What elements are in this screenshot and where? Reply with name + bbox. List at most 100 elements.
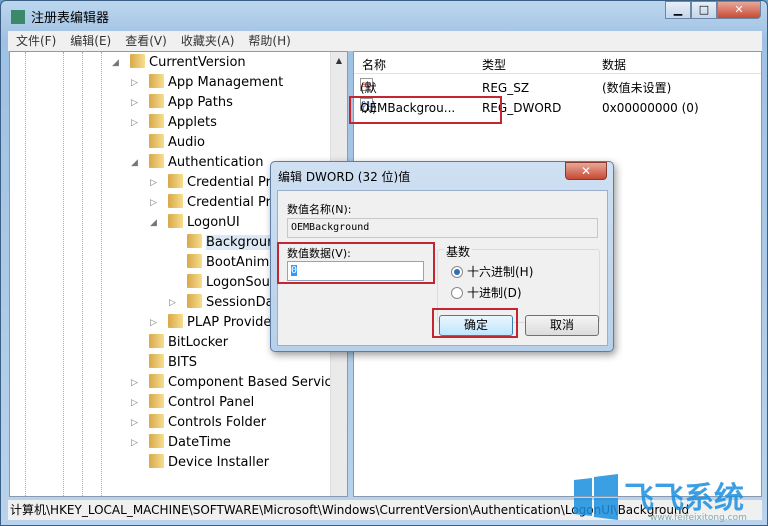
list-row-default[interactable]: ab (默认) REG_SZ (数值未设置) <box>354 78 761 115</box>
folder-icon <box>149 454 164 468</box>
menu-edit[interactable]: 编辑(E) <box>70 31 111 51</box>
tree-node[interactable]: BitLocker <box>149 333 228 353</box>
tree-node-label: LogonSoun <box>206 275 279 290</box>
expand-arrow-icon[interactable]: ▷ <box>131 433 138 453</box>
radio-selected-icon <box>451 266 463 278</box>
value-type: REG_SZ <box>482 81 530 95</box>
tree-node-label: BitLocker <box>168 335 229 350</box>
base-group-label: 基数 <box>444 243 473 260</box>
tree-node[interactable]: ◢ Authentication <box>131 153 264 173</box>
dialog-close-button[interactable]: ✕ <box>565 162 607 180</box>
expand-arrow-icon[interactable]: ▷ <box>131 113 138 133</box>
tree-node[interactable]: ◢ LogonUI <box>150 213 240 233</box>
window-title: 注册表编辑器 <box>11 7 109 26</box>
tree-node[interactable]: BITS <box>149 353 197 373</box>
folder-icon <box>187 274 202 288</box>
menu-bar: 文件(F) 编辑(E) 查看(V) 收藏夹(A) 帮助(H) <box>8 31 762 51</box>
cancel-button[interactable]: 取消 <box>525 315 599 336</box>
column-data[interactable]: 数据 <box>602 56 626 73</box>
folder-icon <box>168 314 183 328</box>
collapse-arrow-icon[interactable]: ◢ <box>150 213 157 233</box>
expand-arrow-icon[interactable]: ▷ <box>150 173 157 193</box>
tree-node[interactable]: ▷ App Paths <box>131 93 233 113</box>
close-button[interactable]: ✕ <box>717 1 761 19</box>
tree-node[interactable]: ▷ Controls Folder <box>131 413 267 433</box>
value-data: 0x00000000 (0) <box>602 101 699 115</box>
tree-node[interactable]: ◢ CurrentVersion <box>112 53 246 73</box>
tree-node-label: Authentication <box>168 155 264 170</box>
regedit-icon <box>11 10 25 24</box>
collapse-arrow-icon[interactable]: ◢ <box>112 53 119 73</box>
highlight-oembackground <box>349 96 502 124</box>
status-bar: 计算机\HKEY_LOCAL_MACHINE\SOFTWARE\Microsof… <box>8 500 762 520</box>
tree-node-label: Controls Folder <box>168 415 267 430</box>
menu-help[interactable]: 帮助(H) <box>248 31 290 51</box>
folder-icon <box>168 214 183 228</box>
tree-node-label: Control Panel <box>168 395 255 410</box>
expand-arrow-icon[interactable]: ▷ <box>131 373 138 393</box>
highlight-value-data <box>277 242 435 284</box>
collapse-arrow-icon[interactable]: ◢ <box>131 153 138 173</box>
radio-decimal[interactable]: 十进制(D) <box>451 284 522 301</box>
tree-node[interactable]: ▷ PLAP Providers <box>150 313 284 333</box>
tree-node[interactable]: ▷ DateTime <box>131 433 231 453</box>
menu-file[interactable]: 文件(F) <box>16 31 56 51</box>
tree-node-label: Credential Pro <box>187 175 279 190</box>
tree-node-label: BITS <box>168 355 197 370</box>
menu-favorites[interactable]: 收藏夹(A) <box>181 31 235 51</box>
folder-icon <box>149 334 164 348</box>
radio-decimal-label: 十进制(D) <box>467 286 522 300</box>
folder-icon <box>149 134 164 148</box>
tree-node[interactable]: ▷ Component Based Servicing <box>131 373 348 393</box>
expand-arrow-icon[interactable]: ▷ <box>150 313 157 333</box>
tree-node-label: Applets <box>168 115 217 130</box>
folder-icon <box>187 234 202 248</box>
expand-arrow-icon[interactable]: ▷ <box>131 93 138 113</box>
value-data: (数值未设置) <box>602 81 672 95</box>
folder-icon <box>149 114 164 128</box>
tree-node-label: CurrentVersion <box>149 55 246 70</box>
folder-icon <box>149 394 164 408</box>
folder-icon <box>149 94 164 108</box>
tree-node[interactable]: ▷ App Management <box>131 73 284 93</box>
radio-hex[interactable]: 十六进制(H) <box>451 263 533 280</box>
tree-node[interactable]: ▷ Credential Pro <box>150 193 279 213</box>
folder-icon <box>149 74 164 88</box>
menu-view[interactable]: 查看(V) <box>125 31 167 51</box>
column-type[interactable]: 类型 <box>482 56 506 73</box>
expand-arrow-icon[interactable]: ▷ <box>131 393 138 413</box>
tree-node-label: DateTime <box>168 435 231 450</box>
tree-node[interactable]: ▷ Credential Pro <box>150 173 279 193</box>
expand-arrow-icon[interactable]: ▷ <box>169 293 176 313</box>
tree-node-label: Device Installer <box>168 455 270 470</box>
folder-icon <box>168 194 183 208</box>
maximize-button[interactable]: □ <box>691 1 717 19</box>
tree-node[interactable]: Audio <box>149 133 205 153</box>
folder-icon <box>149 354 164 368</box>
edit-dword-dialog: 编辑 DWORD (32 位)值 ✕ 数值名称(N): OEMBackgroun… <box>270 161 614 352</box>
expand-arrow-icon[interactable]: ▷ <box>131 73 138 93</box>
folder-icon <box>149 414 164 428</box>
value-name-label: 数值名称(N): <box>287 203 352 216</box>
tree-node[interactable]: Device Installer <box>149 453 269 473</box>
tree-node-label: App Paths <box>168 95 233 110</box>
tree-node[interactable]: ▷ Control Panel <box>131 393 255 413</box>
scroll-up-icon[interactable]: ▲ <box>331 56 347 65</box>
minimize-button[interactable]: ▁ <box>665 1 691 19</box>
expand-arrow-icon[interactable]: ▷ <box>131 413 138 433</box>
tree-node[interactable]: ▷ Applets <box>131 113 217 133</box>
watermark-url: www.feifeixitong.com <box>650 513 747 523</box>
tree-node-label: Component Based Servicing <box>168 375 348 390</box>
expand-arrow-icon[interactable]: ▷ <box>150 193 157 213</box>
radio-hex-label: 十六进制(H) <box>467 265 534 279</box>
folder-icon <box>149 154 164 168</box>
value-name-field: OEMBackground <box>287 218 598 238</box>
folder-icon <box>130 54 145 68</box>
folder-icon <box>187 254 202 268</box>
folder-icon <box>149 374 164 388</box>
highlight-ok <box>432 308 518 338</box>
column-name[interactable]: 名称 <box>362 56 386 73</box>
tree-node-label: Audio <box>168 135 205 150</box>
tree-node-label: App Management <box>168 75 284 90</box>
tree-node[interactable]: LogonSoun <box>187 273 278 293</box>
